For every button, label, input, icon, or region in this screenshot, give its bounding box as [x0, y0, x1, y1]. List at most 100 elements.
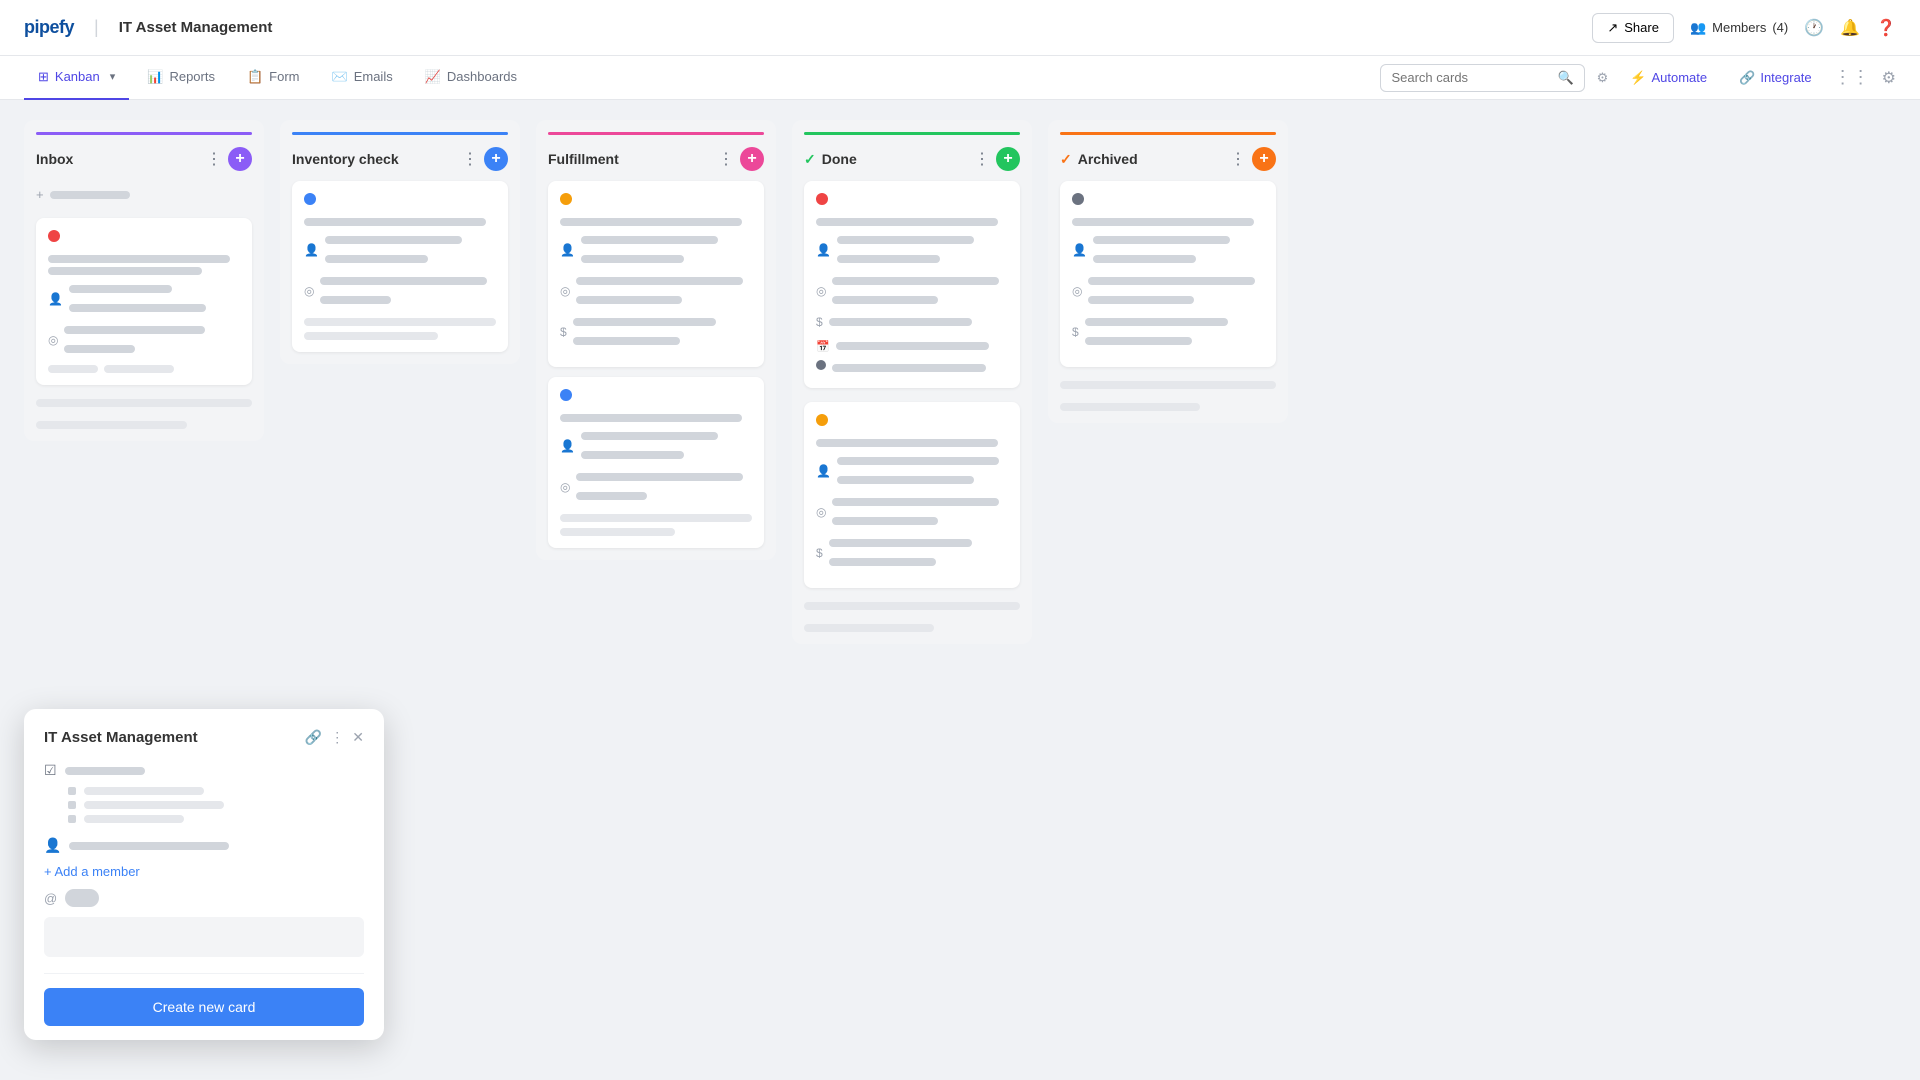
card-row-lines: [829, 535, 1008, 570]
panel-toggle[interactable]: [65, 889, 99, 907]
card-person-row: 👤: [304, 232, 496, 267]
search-box[interactable]: 🔍: [1380, 64, 1584, 92]
column-archived: ✓ Archived ⋮ + 👤 ◎: [1048, 120, 1288, 423]
inbox-add-card[interactable]: +: [36, 181, 252, 208]
done-header: ✓ Done ⋮ +: [804, 147, 1020, 171]
table-row[interactable]: 👤 ◎: [36, 218, 252, 385]
done-title: ✓ Done: [804, 151, 857, 168]
kanban-dropdown[interactable]: ▾: [110, 70, 116, 83]
panel-text-area[interactable]: [44, 917, 364, 957]
card-line: [837, 236, 974, 244]
at-icon: @: [44, 891, 57, 906]
card-row-lines: [837, 232, 1008, 267]
table-row[interactable]: 👤 ◎ $ 📅: [804, 181, 1020, 388]
list-item: [68, 787, 364, 795]
column-inbox: Inbox ⋮ + + 👤 ◎: [24, 120, 264, 441]
inventory-add-button[interactable]: +: [484, 147, 508, 171]
card-radio-row: ◎: [816, 273, 1008, 308]
inbox-menu[interactable]: ⋮: [206, 149, 222, 169]
integrate-button[interactable]: 🔗 Integrate: [1729, 65, 1822, 91]
card-money-row: $: [816, 535, 1008, 570]
filter-icon[interactable]: ⚙: [1597, 70, 1609, 86]
done-menu[interactable]: ⋮: [974, 149, 990, 169]
card-row-lines: [576, 469, 752, 504]
share-icon: ↗: [1607, 20, 1618, 36]
fulfillment-title: Fulfillment: [548, 151, 619, 167]
members-button[interactable]: 👥 Members (4): [1690, 20, 1788, 36]
radio-icon: ◎: [304, 284, 314, 298]
card-line: [64, 326, 204, 334]
card-row-lines: [829, 314, 1008, 330]
card-tag: [48, 365, 98, 373]
card-line: [832, 277, 999, 285]
radio-icon: ◎: [560, 284, 570, 298]
card-line: [832, 498, 999, 506]
grid-icon[interactable]: ⋮⋮: [1834, 67, 1870, 88]
table-row[interactable]: 👤 ◎ $: [1060, 181, 1276, 367]
table-row[interactable]: 👤 ◎: [548, 377, 764, 548]
clock-icon[interactable]: 🕐: [1804, 18, 1824, 38]
archived-title: ✓ Archived: [1060, 151, 1138, 168]
done-add-button[interactable]: +: [996, 147, 1020, 171]
archived-actions: ⋮ +: [1230, 147, 1276, 171]
card-indicator: [816, 414, 828, 426]
card-money-row: $: [1072, 314, 1264, 349]
card-indicator: [304, 193, 316, 205]
card-person-row: 👤: [560, 428, 752, 463]
tab-kanban[interactable]: ⊞ Kanban ▾: [24, 56, 129, 100]
card-row-lines: [837, 453, 1008, 488]
link-icon[interactable]: 🔗: [305, 729, 322, 746]
share-button[interactable]: ↗ Share: [1592, 13, 1674, 43]
inventory-color-bar: [292, 132, 508, 135]
card-line: [816, 218, 998, 226]
card-row-lines: [69, 281, 240, 316]
tab-emails[interactable]: ✉️ Emails: [318, 56, 407, 100]
card-line: [832, 517, 937, 525]
automate-button[interactable]: ⚡ Automate: [1620, 65, 1717, 91]
archived-menu[interactable]: ⋮: [1230, 149, 1246, 169]
tag-dot: [816, 360, 826, 370]
table-row[interactable]: 👤 ◎: [292, 181, 508, 352]
inventory-menu[interactable]: ⋮: [462, 149, 478, 169]
inbox-actions: ⋮ +: [206, 147, 252, 171]
inbox-add-button[interactable]: +: [228, 147, 252, 171]
close-icon[interactable]: ✕: [352, 729, 364, 746]
dollar-icon: $: [816, 546, 823, 560]
tab-dashboards[interactable]: 📈 Dashboards: [411, 56, 531, 100]
card-row-lines: [573, 314, 752, 349]
fulfillment-add-button[interactable]: +: [740, 147, 764, 171]
done-color-bar: [804, 132, 1020, 135]
panel-menu-icon[interactable]: ⋮: [330, 729, 344, 746]
card-line: [573, 318, 716, 326]
card-radio-row: ◎: [1072, 273, 1264, 308]
sub-line: [84, 801, 224, 809]
sub-line: [84, 815, 184, 823]
create-new-card-button[interactable]: Create new card: [44, 988, 364, 1026]
panel-sub-items: [68, 787, 364, 823]
archived-add-button[interactable]: +: [1252, 147, 1276, 171]
tab-reports[interactable]: 📊 Reports: [133, 56, 229, 100]
card-line: [832, 296, 937, 304]
table-row[interactable]: 👤 ◎ $: [804, 402, 1020, 588]
settings-icon[interactable]: ⚙: [1882, 68, 1896, 88]
card-radio-row2: ◎: [560, 469, 752, 504]
members-icon: 👥: [1690, 20, 1706, 36]
card-line: [581, 451, 684, 459]
card-line: [1088, 277, 1255, 285]
card-line: [325, 255, 428, 263]
topbar-left: pipefy | IT Asset Management: [24, 17, 272, 38]
table-row[interactable]: 👤 ◎ $: [548, 181, 764, 367]
card-person-row: 👤: [816, 232, 1008, 267]
card-bottom-line: [304, 332, 438, 340]
search-input[interactable]: [1391, 70, 1551, 85]
help-icon[interactable]: ❓: [1876, 18, 1896, 38]
bell-icon[interactable]: 🔔: [1840, 18, 1860, 38]
card-line: [1088, 296, 1193, 304]
panel-add-member[interactable]: + Add a member: [44, 864, 364, 879]
panel-person-icon: 👤: [44, 837, 61, 854]
card-line: [837, 476, 974, 484]
fulfillment-menu[interactable]: ⋮: [718, 149, 734, 169]
sub-dot: [68, 787, 76, 795]
person-icon: 👤: [560, 243, 575, 257]
tab-form[interactable]: 📋 Form: [233, 56, 314, 100]
